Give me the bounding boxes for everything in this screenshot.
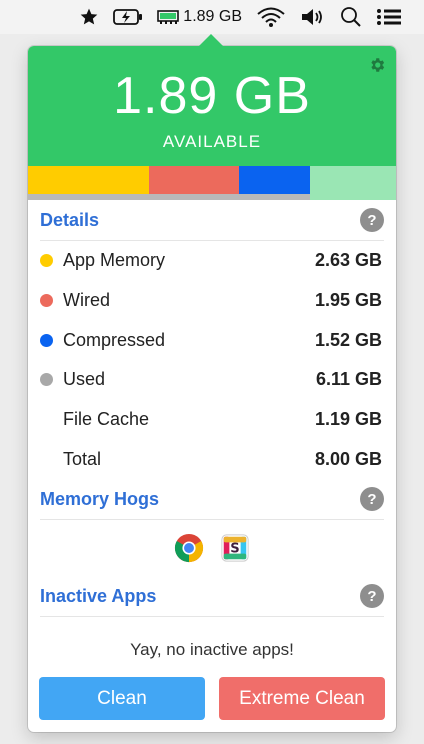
detail-value: 6.11 GB [315,369,382,390]
memory-hogs-help-icon[interactable]: ? [360,487,384,512]
memory-hogs-title: Memory Hogs [40,488,160,509]
detail-row-used: Used 6.11 GB [40,360,382,400]
list-menu-icon[interactable] [376,8,402,26]
detail-label: Wired [63,290,111,311]
memory-popover: 1.89 GB AVAILABLE Details ? App Memory 2… [28,46,396,732]
memory-hogs-header: Memory Hogs ? [40,479,384,521]
gear-icon[interactable] [368,56,386,74]
details-header: Details ? [40,200,384,241]
detail-label: File Cache [63,409,150,430]
available-segment [310,166,396,200]
compressed-dot [40,333,53,347]
available-value: 1.89 GB [113,67,311,125]
detail-value: 2.63 GB [314,250,382,271]
detail-value: 8.00 GB [314,448,382,469]
detail-row-wired: Wired 1.95 GB [40,281,382,321]
menubar-memory-text: 1.89 GB [183,8,242,25]
clean-button[interactable]: Clean [39,677,205,720]
inactive-apps-header: Inactive Apps ? [40,576,384,618]
inactive-apps-message: Yay, no inactive apps! [130,640,294,660]
details-title: Details [40,209,100,230]
detail-row-app-memory: App Memory 2.63 GB [40,241,382,281]
detail-row-total: Total 8.00 GB [40,439,382,479]
used-track [28,194,310,200]
detail-label: App Memory [63,250,166,271]
inactive-apps-title: Inactive Apps [40,585,157,606]
slack-app-icon[interactable]: S [220,533,250,563]
available-header: 1.89 GB AVAILABLE [28,46,396,166]
star-icon[interactable] [79,7,99,27]
spotlight-search-icon[interactable] [340,6,362,28]
detail-row-compressed: Compressed 1.52 GB [40,320,382,360]
inactive-apps-help-icon[interactable]: ? [360,584,384,609]
available-label: AVAILABLE [162,132,262,151]
detail-value: 1.95 GB [314,290,382,311]
detail-label: Total [63,448,102,469]
menu-bar: 1.89 GB [0,0,424,34]
compressed-segment [239,166,310,194]
action-buttons: Clean Extreme Clean [39,677,385,720]
battery-charging-icon[interactable] [113,8,143,26]
memory-usage-bar [28,166,396,200]
app-memory-segment [28,166,149,194]
wired-dot [40,294,53,308]
detail-label: Compressed [63,329,166,350]
wifi-icon[interactable] [256,6,286,28]
svg-text:S: S [230,542,239,557]
detail-label: Used [63,369,106,390]
memory-chip-icon [157,10,180,24]
detail-value: 1.52 GB [314,329,382,350]
memory-hogs-list: S [28,520,396,576]
wired-segment [149,166,239,194]
volume-icon[interactable] [300,7,326,27]
memory-status-item[interactable]: 1.89 GB [157,8,242,26]
used-dot [40,373,53,387]
app-memory-dot [40,254,53,268]
detail-row-file-cache: File Cache 1.19 GB [40,400,382,440]
extreme-clean-button[interactable]: Extreme Clean [219,677,385,720]
chrome-app-icon[interactable] [174,533,204,563]
popover-arrow [198,34,224,47]
detail-value: 1.19 GB [314,409,382,430]
details-help-icon[interactable]: ? [360,208,384,232]
